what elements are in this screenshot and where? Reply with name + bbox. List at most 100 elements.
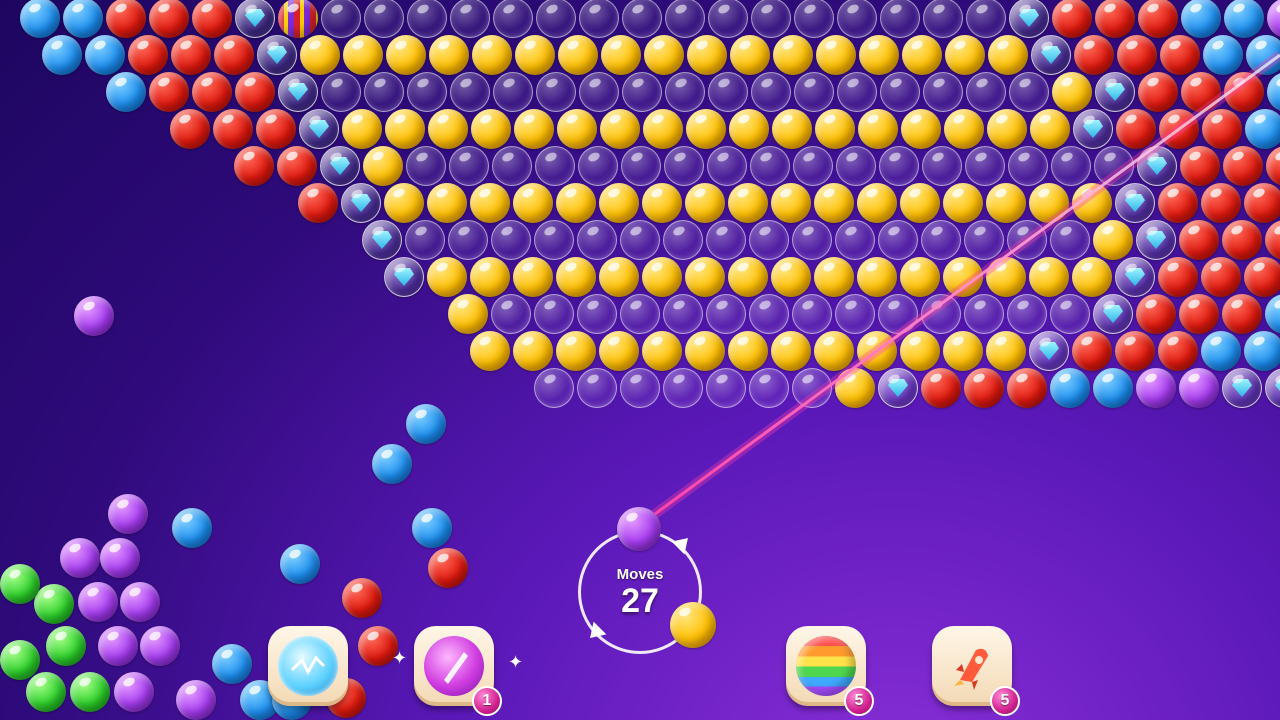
- next-bubble[interactable]: [670, 602, 716, 648]
- yellow-bubble: [772, 109, 812, 149]
- diamond-bubble: [1093, 294, 1133, 334]
- red-bubble: [1244, 257, 1280, 297]
- yellow-bubble: [986, 183, 1026, 223]
- purple-falling-bubble: [98, 626, 138, 666]
- yellow-bubble: [1093, 220, 1133, 260]
- current-bubble[interactable]: [617, 507, 661, 551]
- glass-bubble: [407, 0, 447, 38]
- red-bubble: [1179, 294, 1219, 334]
- yellow-bubble: [685, 331, 725, 371]
- yellow-bubble: [557, 109, 597, 149]
- red-bubble: [1158, 257, 1198, 297]
- yellow-bubble: [815, 109, 855, 149]
- diamond-bubble: [257, 35, 297, 75]
- blue-bubble: [1267, 72, 1280, 112]
- glass-bubble: [536, 0, 576, 38]
- yellow-bubble: [385, 109, 425, 149]
- glass-bubble: [880, 72, 920, 112]
- glass-bubble: [794, 72, 834, 112]
- yellow-bubble: [814, 331, 854, 371]
- rocket-icon: [942, 636, 1002, 696]
- red-bubble: [964, 368, 1004, 408]
- glass-bubble: [405, 220, 445, 260]
- diamond-icon: [1105, 83, 1125, 101]
- booster-count-badge: 5: [990, 686, 1020, 716]
- yellow-bubble: [728, 183, 768, 223]
- purple-bubble: [1179, 368, 1219, 408]
- red-bubble: [149, 72, 189, 112]
- red-bubble: [1158, 331, 1198, 371]
- yellow-bubble: [857, 331, 897, 371]
- yellow-bubble: [599, 257, 639, 297]
- glass-bubble: [750, 146, 790, 186]
- diamond-bubble: [299, 109, 339, 149]
- yellow-bubble: [900, 331, 940, 371]
- blue-bubble: [1224, 0, 1264, 38]
- glass-bubble: [491, 294, 531, 334]
- rainbow-ball-booster[interactable]: 5: [786, 626, 874, 716]
- glass-bubble: [579, 0, 619, 38]
- purple-bubble: [1136, 368, 1176, 408]
- glass-bubble: [749, 220, 789, 260]
- yellow-bubble: [513, 183, 553, 223]
- yellow-bubble: [943, 331, 983, 371]
- rainbow-ball-icon: [796, 636, 856, 696]
- blue-bubble: [106, 72, 146, 112]
- glass-bubble: [922, 146, 962, 186]
- red-bubble: [170, 109, 210, 149]
- glass-bubble: [579, 72, 619, 112]
- yellow-bubble: [729, 109, 769, 149]
- diamond-icon: [888, 379, 908, 397]
- diamond-icon: [372, 231, 392, 249]
- yellow-bubble: [728, 331, 768, 371]
- red-bubble: [298, 183, 338, 223]
- purple-falling-bubble: [114, 672, 154, 712]
- rocket-booster[interactable]: 5: [932, 626, 1020, 716]
- red-bubble: [921, 368, 961, 408]
- glass-bubble: [1007, 220, 1047, 260]
- red-bubble: [1202, 109, 1242, 149]
- diamond-bubble: [278, 72, 318, 112]
- diamond-bubble: [1073, 109, 1113, 149]
- red-bubble: [1074, 35, 1114, 75]
- diamond-icon: [1041, 46, 1061, 64]
- red-falling-bubble: [428, 548, 468, 588]
- glass-bubble: [449, 146, 489, 186]
- red-bubble: [1136, 294, 1176, 334]
- blue-falling-bubble: [212, 644, 252, 684]
- yellow-bubble: [448, 294, 488, 334]
- red-bubble: [128, 35, 168, 75]
- red-falling-bubble: [342, 578, 382, 618]
- yellow-bubble: [730, 35, 770, 75]
- yellow-bubble: [556, 331, 596, 371]
- diamond-icon: [394, 268, 414, 286]
- yellow-bubble: [816, 35, 856, 75]
- blue-bubble: [42, 35, 82, 75]
- glass-bubble: [966, 0, 1006, 38]
- purple-falling-bubble: [140, 626, 180, 666]
- glass-bubble: [491, 220, 531, 260]
- yellow-bubble: [386, 35, 426, 75]
- glass-bubble: [663, 220, 703, 260]
- diamond-bubble: [1222, 368, 1262, 408]
- red-bubble: [1201, 257, 1241, 297]
- glass-bubble: [364, 0, 404, 38]
- glass-bubble: [880, 0, 920, 38]
- diamond-bubble: [1115, 257, 1155, 297]
- diamond-icon: [1147, 157, 1167, 175]
- green-falling-bubble: [0, 564, 40, 604]
- booster-count-badge: 1: [472, 686, 502, 716]
- red-bubble: [1160, 35, 1200, 75]
- yellow-bubble: [944, 109, 984, 149]
- yellow-bubble: [686, 109, 726, 149]
- yellow-bubble: [859, 35, 899, 75]
- magic-brush-booster[interactable]: 1 ✦ ✦: [392, 626, 523, 716]
- glass-bubble: [966, 72, 1006, 112]
- green-falling-bubble: [70, 672, 110, 712]
- glass-bubble: [492, 146, 532, 186]
- blue-bubble: [1093, 368, 1133, 408]
- yellow-bubble: [814, 183, 854, 223]
- purple-falling-bubble: [78, 582, 118, 622]
- lightning-booster[interactable]: [268, 626, 348, 706]
- game-board[interactable]: Moves 27 1 ✦ ✦ 5 5: [0, 0, 1280, 720]
